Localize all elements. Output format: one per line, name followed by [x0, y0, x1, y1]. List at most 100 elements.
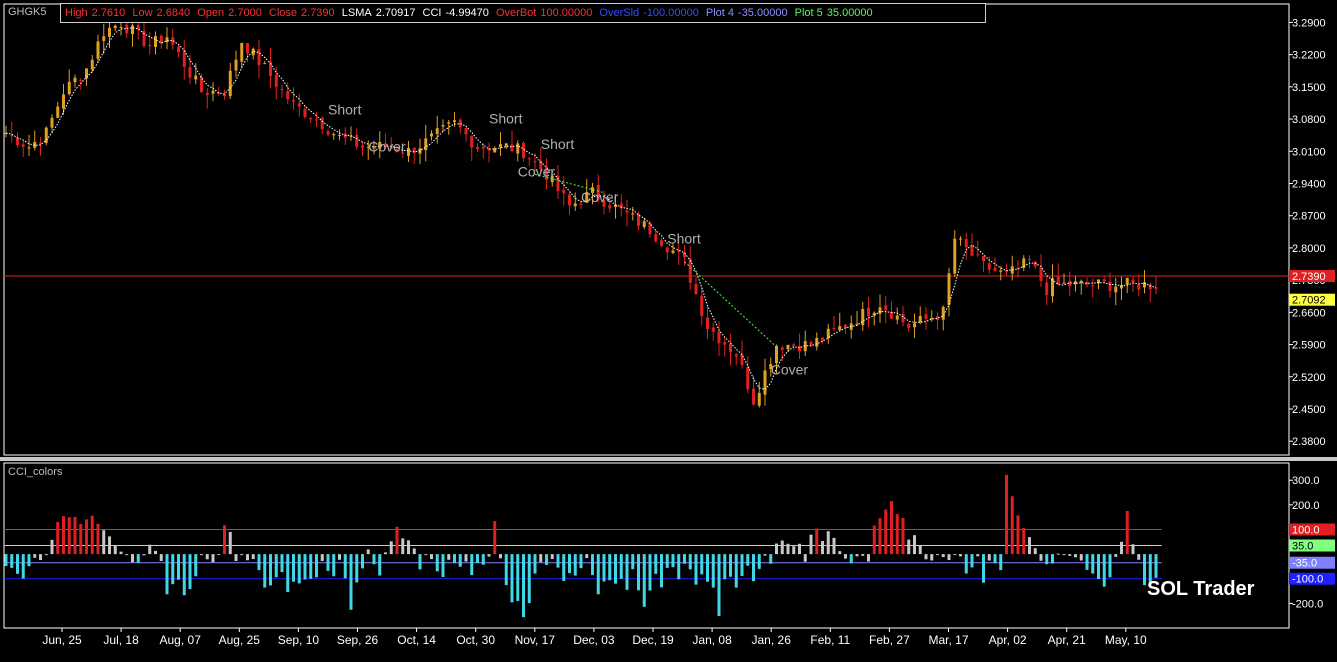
cci-bar	[263, 554, 267, 588]
cci-tick-label: -35.0	[1292, 558, 1317, 570]
candle-body	[274, 75, 278, 87]
cci-bar	[723, 554, 727, 580]
cci-tick-label: 35.0	[1292, 541, 1313, 553]
high-label: High	[65, 7, 88, 19]
candle-body	[706, 317, 709, 330]
cci-bar	[125, 554, 129, 556]
candle-body	[1154, 287, 1158, 289]
cci-bar	[159, 554, 163, 562]
candle-body	[631, 213, 635, 215]
candle-body	[815, 337, 819, 347]
candle-body	[987, 263, 991, 270]
candle-body	[499, 144, 502, 147]
panel-divider	[0, 457, 1337, 461]
price-tick-label: 2.8000	[1292, 243, 1326, 255]
cci-bar	[320, 554, 324, 562]
cci-bar	[315, 554, 318, 578]
cci-bar	[395, 526, 399, 555]
cci-bar	[890, 501, 893, 555]
candle-body	[1028, 258, 1031, 260]
brand-watermark: SOL Trader	[1147, 578, 1255, 600]
candle-body	[855, 323, 859, 325]
cci-bar	[1102, 554, 1106, 587]
cci-bar	[280, 554, 284, 573]
candle-body	[1114, 286, 1118, 293]
candle-body	[355, 134, 359, 147]
cci-bar	[608, 554, 612, 581]
cci-bar	[1045, 554, 1049, 565]
cci-bar	[786, 543, 790, 555]
candle-body	[1051, 278, 1054, 297]
candle-body	[619, 203, 623, 209]
cci-value: -4.99470	[445, 7, 489, 19]
candle-body	[148, 45, 152, 47]
cci-bar	[257, 554, 261, 571]
cci-bar	[424, 554, 428, 556]
cci-bar	[10, 554, 14, 568]
price-tick-label: 3.2900	[1292, 17, 1326, 29]
candle-body	[1033, 261, 1037, 267]
cci-bar	[585, 554, 589, 559]
candle-body	[257, 49, 261, 66]
cci-bar	[844, 554, 847, 559]
cci-bar	[1056, 553, 1060, 555]
candle-body	[913, 323, 916, 328]
candle-body	[608, 205, 612, 209]
cci-bar	[803, 554, 807, 562]
candle-body	[798, 346, 801, 352]
cci-bar	[234, 554, 238, 562]
cci-bar	[240, 554, 244, 556]
cci-bar	[987, 554, 991, 561]
cci-bar	[1016, 515, 1020, 555]
cci-bar	[447, 554, 451, 560]
cci-bar	[366, 549, 370, 555]
cci-bar	[476, 554, 479, 563]
cci-bar	[223, 525, 226, 555]
candle-body	[108, 27, 111, 37]
candle-body	[556, 175, 560, 191]
cci-bar	[1033, 548, 1037, 555]
cci-bar	[913, 535, 916, 555]
candle-body	[309, 117, 313, 120]
cci-bar	[665, 554, 669, 568]
cci-bar	[527, 554, 531, 604]
candle-body	[1137, 284, 1141, 290]
cci-bar	[982, 554, 985, 583]
cci-bar	[119, 551, 123, 555]
candle-body	[711, 327, 715, 332]
candle-body	[1091, 285, 1095, 287]
cci-bar	[602, 554, 606, 582]
candle-body	[21, 144, 25, 147]
candle-body	[878, 307, 882, 314]
cci-bar	[798, 543, 801, 555]
candle-body	[918, 315, 922, 323]
date-tick-label: Sep, 26	[337, 633, 379, 647]
candle-body	[303, 108, 307, 118]
candle-body	[780, 347, 784, 350]
cci-bar	[1137, 554, 1141, 560]
candle-body	[481, 147, 485, 149]
cci-bar	[493, 521, 497, 555]
cci-bar	[297, 554, 301, 584]
price-tick-label: 3.0100	[1292, 146, 1326, 158]
cci-bar	[729, 554, 732, 577]
candle-body	[234, 59, 238, 71]
candle-body	[1056, 275, 1060, 284]
cci-bar	[343, 554, 347, 579]
cci-bar	[102, 530, 106, 555]
candle-body	[286, 91, 290, 100]
cci-bar	[694, 554, 698, 585]
cci-bar	[85, 519, 88, 555]
cci-bar	[516, 554, 520, 601]
cci-bar	[67, 517, 71, 555]
cci-bar	[453, 554, 456, 563]
cci-bar	[33, 554, 37, 558]
cci-bar	[706, 554, 709, 582]
cci-bar	[90, 515, 94, 555]
price-panel-border	[3, 3, 1290, 456]
candle-body	[441, 125, 445, 127]
candle-body	[73, 77, 77, 83]
cci-bar	[792, 546, 796, 555]
cci-bar	[504, 554, 508, 586]
candle-body	[527, 158, 531, 160]
